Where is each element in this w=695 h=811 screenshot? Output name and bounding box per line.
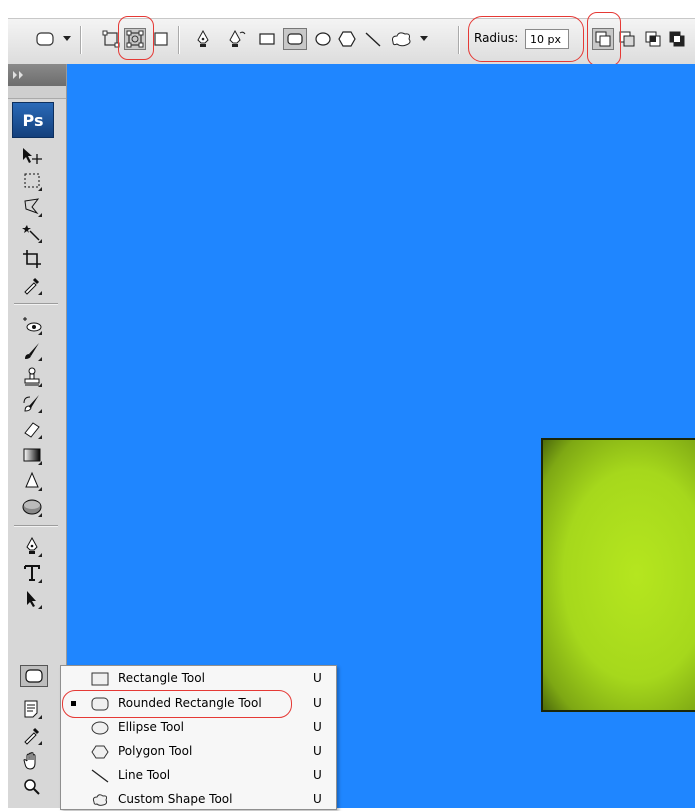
path-selection-tool[interactable] [14,586,50,612]
flyout-item-label: Polygon Tool [118,744,193,758]
exclude-overlapping-areas-button[interactable] [666,28,688,50]
notes-tool[interactable] [14,696,50,722]
type-tool[interactable] [14,560,50,586]
pen-tool[interactable] [14,534,50,560]
flyout-item-shortcut: U [313,744,322,758]
paths-highlight [118,16,154,60]
flyout-item-rectangle[interactable]: Rectangle Tool U [61,668,336,690]
rounded-rectangle-highlight [62,690,292,718]
separator [178,26,180,54]
marquee-tool[interactable] [14,168,50,194]
toolbox-separator [14,525,58,527]
shape-tool[interactable] [20,665,48,687]
tools-panel-grip[interactable] [8,86,66,99]
custom-shape-dropdown[interactable] [418,28,430,50]
rectangle-icon [91,672,109,686]
flyout-item-line[interactable]: Line Tool U [61,765,336,787]
rounded-rect-icon [36,32,54,46]
rounded-rectangle-icon [25,669,43,683]
toolbox-separator [14,303,58,305]
flyout-item-label: Custom Shape Tool [118,792,233,806]
separator [458,26,460,54]
freeform-pen-tool-button[interactable] [226,28,248,50]
flyout-item-shortcut: U [313,792,322,806]
tool-preset-dropdown[interactable] [60,28,74,50]
expand-panel-icon [13,71,23,79]
dodge-tool[interactable] [14,494,50,520]
hand-icon [23,752,36,770]
chevron-down-icon [63,36,71,41]
flyout-item-shortcut: U [313,671,322,685]
rectangle-tool-button[interactable] [256,28,278,50]
blur-tool[interactable] [14,468,50,494]
lasso-tool[interactable] [14,194,50,220]
flyout-item-shortcut: U [313,696,322,710]
intersect-icon [645,31,661,47]
ellipse-icon [315,32,331,46]
hand-tool[interactable] [14,748,50,774]
pen-icon [197,30,209,47]
eyedropper-tool[interactable] [14,722,50,748]
flyout-item-shortcut: U [313,720,322,734]
fill-pixels-icon [154,32,168,46]
rectangle-icon [259,33,275,45]
eraser-tool[interactable] [14,416,50,442]
brush-tool[interactable] [14,338,50,364]
move-tool[interactable] [14,142,50,168]
move-icon [23,148,42,164]
clone-stamp-tool[interactable] [14,364,50,390]
crop-tool[interactable] [14,246,50,272]
rounded-rectangle-shape[interactable] [541,438,695,712]
flyout-item-polygon[interactable]: Polygon Tool U [61,741,336,763]
custom-shape-tool-button[interactable] [388,28,416,50]
add-shape-highlight [587,12,621,66]
polygon-tool-button[interactable] [336,28,358,50]
separator [80,26,82,54]
exclude-icon [669,31,685,47]
custom-shape-icon [91,793,109,807]
crop-icon [23,250,41,268]
zoom-tool[interactable] [14,774,50,800]
photoshop-logo: Ps [12,102,54,138]
flyout-item-label: Ellipse Tool [118,720,184,734]
flyout-item-label: Rectangle Tool [118,671,205,685]
ellipse-tool-button[interactable] [312,28,334,50]
tool-preset-picker[interactable] [32,28,58,50]
line-tool-button[interactable] [362,28,384,50]
tools-panel-header[interactable] [8,64,66,86]
line-icon [91,769,109,783]
gradient-tool[interactable] [14,442,50,468]
magic-wand-tool[interactable] [14,220,50,246]
radius-highlight [468,16,584,62]
intersect-shape-areas-button[interactable] [642,28,664,50]
freeform-pen-icon [229,30,246,47]
eyedropper-tool-top[interactable] [14,272,50,298]
ellipse-icon [91,721,109,735]
history-brush-tool[interactable] [14,390,50,416]
chevron-down-icon [420,36,428,41]
rounded-rectangle-tool-button[interactable] [283,28,307,50]
flyout-item-label: Line Tool [118,768,171,782]
shape-tool-flyout: Rectangle Tool U Rounded Rectangle Tool … [60,665,337,810]
polygon-icon [91,745,109,759]
flyout-item-ellipse[interactable]: Ellipse Tool U [61,717,336,739]
line-icon [365,32,381,47]
zoom-icon [24,779,40,795]
custom-shape-icon [392,32,411,47]
pen-tool-button[interactable] [192,28,214,50]
polygon-icon [338,31,356,47]
rounded-rectangle-icon [287,33,303,45]
flyout-item-shortcut: U [313,768,322,782]
spot-healing-tool[interactable] [14,312,50,338]
